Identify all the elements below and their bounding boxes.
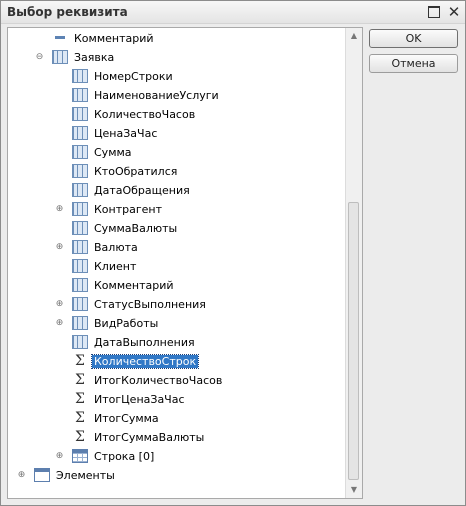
attribute-icon (72, 183, 88, 197)
attribute-icon (72, 240, 88, 254)
maximize-button[interactable] (426, 4, 442, 20)
expand-icon[interactable]: ⊕ (55, 319, 64, 328)
ok-button[interactable]: OK (369, 29, 458, 48)
attribute-icon (72, 107, 88, 121)
tree-item-label: НомерСтроки (94, 70, 173, 83)
tree-item[interactable]: ⊕ Элементы (8, 466, 345, 485)
tree-item-label: КтоОбратился (94, 165, 178, 178)
tree-item[interactable]: НаименованиеУслуги (8, 86, 345, 105)
attribute-icon (72, 278, 88, 292)
tree-item[interactable]: ⊕ Строка [0] (8, 447, 345, 466)
tree-item[interactable]: ДатаОбращения (8, 181, 345, 200)
tree-item[interactable]: Σ ИтогСуммаВалюты (8, 428, 345, 447)
expand-icon[interactable]: ⊕ (17, 471, 26, 480)
tree-item[interactable]: Комментарий (8, 29, 345, 48)
tree-item[interactable]: ⊕ Валюта (8, 238, 345, 257)
tree-item-label: ДатаОбращения (94, 184, 190, 197)
attribute-icon (72, 259, 88, 273)
tree-item-label: Валюта (94, 241, 138, 254)
tree-item[interactable]: Σ ИтогКоличествоЧасов (8, 371, 345, 390)
attribute-icon (72, 316, 88, 330)
tree-item[interactable]: СуммаВалюты (8, 219, 345, 238)
attribute-icon (72, 202, 88, 216)
grid-icon (72, 449, 88, 463)
tree-item-label: СуммаВалюты (94, 222, 178, 235)
tree-item[interactable]: ⊖ Заявка (8, 48, 345, 67)
scroll-up-arrow-icon[interactable]: ▲ (346, 28, 362, 44)
window-title: Выбор реквизита (7, 5, 128, 19)
attribute-icon (72, 164, 88, 178)
tree-item-label: Заявка (74, 51, 115, 64)
collapse-icon[interactable]: ⊖ (35, 53, 44, 62)
expand-icon[interactable]: ⊕ (55, 300, 64, 309)
vertical-scrollbar[interactable]: ▲ ▼ (345, 28, 362, 498)
attribute-tree: Комментарий ⊖ Заявка НомерСтроки Наименовани… (7, 27, 363, 499)
tree-item-label: Сумма (94, 146, 132, 159)
tree-item[interactable]: КтоОбратился (8, 162, 345, 181)
tree-item-label: КоличествоСтрок (90, 354, 200, 369)
attribute-icon (72, 297, 88, 311)
window-icon (34, 468, 50, 482)
attribute-icon (72, 145, 88, 159)
tree-item[interactable]: ДатаВыполнения (8, 333, 345, 352)
tree-item-label: ИтогСумма (94, 412, 159, 425)
tree-item[interactable]: КоличествоЧасов (8, 105, 345, 124)
tree-item[interactable]: ⊕ ВидРаботы (8, 314, 345, 333)
tree-item[interactable]: Комментарий (8, 276, 345, 295)
sigma-icon: Σ (75, 372, 85, 388)
tree-item-label: КоличествоЧасов (94, 108, 196, 121)
tree-item[interactable]: Σ ИтогЦенаЗаЧас (8, 390, 345, 409)
tree-item[interactable]: ⊕ Контрагент (8, 200, 345, 219)
tree-item-label: Строка [0] (94, 450, 155, 463)
tree-item-label: СтатусВыполнения (94, 298, 206, 311)
tree-item-label: ИтогЦенаЗаЧас (94, 393, 185, 406)
attribute-icon (72, 126, 88, 140)
document-table-icon (52, 50, 68, 64)
tree-item-label: ЦенаЗаЧас (94, 127, 158, 140)
tree-item-label: ИтогСуммаВалюты (94, 431, 205, 444)
attribute-icon (72, 221, 88, 235)
attribute-icon (72, 69, 88, 83)
expand-icon[interactable]: ⊕ (55, 243, 64, 252)
attribute-icon (72, 88, 88, 102)
tree-item[interactable]: ⊕ СтатусВыполнения (8, 295, 345, 314)
select-attribute-dialog: Выбор реквизита ✕ Комментарий ⊖ Заявка Номе… (0, 0, 466, 506)
tree-item-label: ДатаВыполнения (94, 336, 195, 349)
sigma-icon: Σ (75, 353, 85, 369)
tree-item-label: Комментарий (94, 279, 174, 292)
sigma-icon: Σ (75, 410, 85, 426)
cancel-button[interactable]: Отмена (369, 54, 458, 73)
tree-item[interactable]: Σ ИтогСумма (8, 409, 345, 428)
tree-item[interactable]: НомерСтроки (8, 67, 345, 86)
expand-icon[interactable]: ⊕ (55, 205, 64, 214)
tree-item-label: Комментарий (74, 32, 154, 45)
tree-item-label: ИтогКоличествоЧасов (94, 374, 223, 387)
attribute-dash-icon (55, 36, 65, 39)
tree-item[interactable]: Сумма (8, 143, 345, 162)
tree-item-label: Контрагент (94, 203, 163, 216)
tree-item[interactable]: Σ КоличествоСтрок (8, 352, 345, 371)
title-bar: Выбор реквизита ✕ (1, 1, 465, 24)
tree-item-label: Элементы (56, 469, 115, 482)
sigma-icon: Σ (75, 391, 85, 407)
expand-icon[interactable]: ⊕ (55, 452, 64, 461)
tree-item[interactable]: Клиент (8, 257, 345, 276)
sigma-icon: Σ (75, 429, 85, 445)
maximize-icon (428, 6, 440, 18)
scroll-down-arrow-icon[interactable]: ▼ (346, 482, 362, 498)
tree-item-label: Клиент (94, 260, 137, 273)
close-button[interactable]: ✕ (446, 4, 462, 20)
scrollbar-thumb[interactable] (348, 202, 359, 480)
attribute-icon (72, 335, 88, 349)
close-icon: ✕ (447, 3, 461, 21)
tree-item[interactable]: ЦенаЗаЧас (8, 124, 345, 143)
tree-item-label: ВидРаботы (94, 317, 159, 330)
tree-list: Комментарий ⊖ Заявка НомерСтроки Наименовани… (8, 28, 345, 498)
tree-item-label: НаименованиеУслуги (94, 89, 219, 102)
